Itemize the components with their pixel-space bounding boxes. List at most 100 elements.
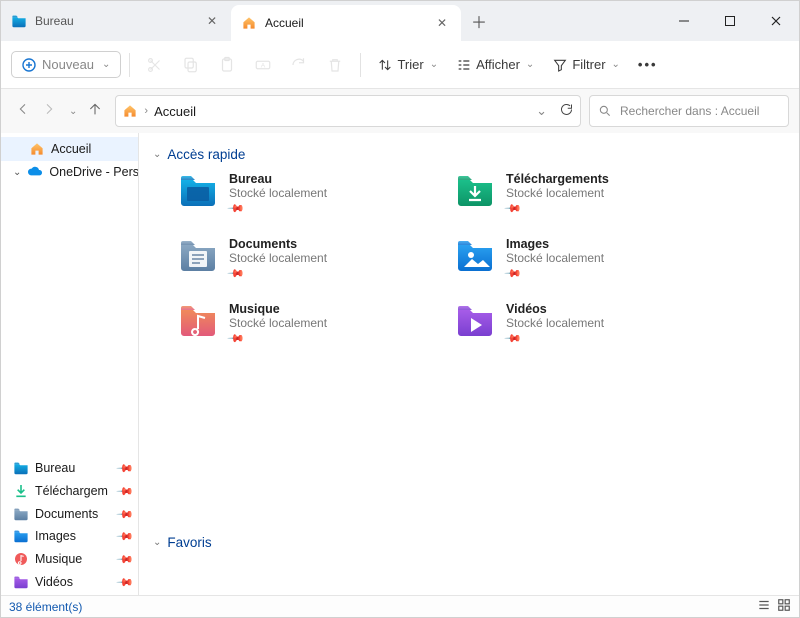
- back-button[interactable]: [15, 101, 31, 122]
- grid-view-icon: [777, 598, 791, 612]
- item-title: Bureau: [229, 172, 327, 186]
- pin-icon: 📌: [116, 550, 135, 569]
- sidebar-item-home[interactable]: Accueil: [1, 137, 138, 161]
- clipboard-icon: [218, 56, 236, 74]
- minimize-button[interactable]: [661, 1, 707, 41]
- item-subtitle: Stocké localement: [229, 316, 327, 330]
- delete-button[interactable]: [318, 51, 352, 79]
- status-bar: 38 élément(s): [1, 595, 799, 617]
- status-text: 38 élément(s): [9, 600, 82, 614]
- home-icon: [29, 141, 45, 157]
- quick-item-downloads[interactable]: Téléchargements Stocké localement 📌: [456, 172, 713, 215]
- tab-bureau[interactable]: Bureau ✕: [1, 1, 231, 41]
- forward-button[interactable]: [41, 101, 57, 122]
- chevron-down-icon: ⌄: [526, 59, 534, 70]
- sort-icon: [377, 57, 393, 73]
- new-tab-button[interactable]: ＋: [461, 1, 497, 41]
- sidebar-item-music[interactable]: Musique 📌: [1, 547, 138, 571]
- sidebar-item-documents[interactable]: Documents 📌: [1, 503, 138, 525]
- pin-icon: 📌: [226, 264, 245, 283]
- sidebar-item-label: Vidéos: [35, 575, 73, 589]
- sidebar-item-videos[interactable]: Vidéos 📌: [1, 571, 138, 593]
- sort-button[interactable]: Trier ⌄: [369, 52, 446, 78]
- share-button[interactable]: [282, 51, 316, 79]
- navigation-row: ⌄ › Accueil ⌄ Rechercher dans : Accueil: [1, 89, 799, 133]
- chevron-down-icon: ⌄: [153, 149, 161, 160]
- quick-item-images[interactable]: Images Stocké localement 📌: [456, 237, 713, 280]
- filter-button[interactable]: Filtrer ⌄: [544, 52, 628, 78]
- breadcrumb-location[interactable]: Accueil: [154, 104, 196, 119]
- trash-icon: [326, 56, 344, 74]
- section-title: Favoris: [167, 535, 211, 550]
- address-bar[interactable]: › Accueil ⌄: [115, 95, 581, 127]
- up-button[interactable]: [87, 101, 103, 122]
- svg-text:A: A: [261, 62, 266, 69]
- tab-label: Bureau: [35, 14, 74, 28]
- quick-item-bureau[interactable]: Bureau Stocké localement 📌: [179, 172, 436, 215]
- sidebar-item-label: Musique: [35, 552, 82, 566]
- pin-icon: 📌: [503, 329, 522, 348]
- chevron-down-icon[interactable]: ⌄: [13, 167, 21, 178]
- share-icon: [290, 56, 308, 74]
- item-title: Images: [506, 237, 604, 251]
- search-icon: [598, 104, 612, 118]
- close-icon[interactable]: ✕: [203, 14, 221, 28]
- item-subtitle: Stocké localement: [506, 251, 604, 265]
- sidebar-item-downloads[interactable]: Téléchargem 📌: [1, 479, 138, 503]
- sidebar-item-label: Images: [35, 529, 76, 543]
- filter-label: Filtrer: [572, 57, 605, 72]
- pin-icon: 📌: [503, 264, 522, 283]
- home-icon: [241, 15, 257, 31]
- pin-icon: 📌: [116, 573, 135, 592]
- refresh-button[interactable]: [559, 102, 574, 120]
- item-title: Vidéos: [506, 302, 604, 316]
- item-subtitle: Stocké localement: [506, 186, 609, 200]
- pin-icon: 📌: [116, 505, 135, 524]
- close-button[interactable]: [753, 1, 799, 41]
- sidebar-item-label: Bureau: [35, 461, 75, 475]
- chevron-down-icon: ⌄: [612, 59, 620, 70]
- documents-icon: [179, 237, 217, 273]
- tab-accueil[interactable]: Accueil ✕: [231, 5, 461, 41]
- search-placeholder: Rechercher dans : Accueil: [620, 104, 759, 118]
- quick-item-music[interactable]: Musique Stocké localement 📌: [179, 302, 436, 345]
- desktop-icon: [13, 461, 29, 475]
- quick-item-documents[interactable]: Documents Stocké localement 📌: [179, 237, 436, 280]
- chevron-down-icon[interactable]: ⌄: [536, 103, 547, 119]
- item-subtitle: Stocké localement: [229, 251, 327, 265]
- history-dropdown[interactable]: ⌄: [69, 106, 77, 117]
- paste-button[interactable]: [210, 51, 244, 79]
- thumbnails-view-button[interactable]: [777, 598, 791, 615]
- copy-button[interactable]: [174, 51, 208, 79]
- search-box[interactable]: Rechercher dans : Accueil: [589, 95, 789, 127]
- list-view-icon: [757, 598, 771, 612]
- chevron-down-icon: ⌄: [153, 537, 161, 548]
- section-favorites-header[interactable]: ⌄ Favoris: [153, 535, 785, 550]
- pin-icon: 📌: [226, 329, 245, 348]
- sidebar-item-label: OneDrive - Perso: [49, 165, 139, 179]
- rename-button[interactable]: A: [246, 51, 280, 79]
- view-button[interactable]: Afficher ⌄: [448, 52, 542, 78]
- arrow-left-icon: [15, 101, 31, 117]
- maximize-button[interactable]: [707, 1, 753, 41]
- view-label: Afficher: [476, 57, 520, 72]
- details-view-button[interactable]: [757, 598, 771, 615]
- pin-icon: 📌: [116, 459, 135, 478]
- more-button[interactable]: •••: [630, 52, 666, 77]
- sidebar-item-bureau[interactable]: Bureau 📌: [1, 457, 138, 479]
- item-subtitle: Stocké localement: [229, 186, 327, 200]
- desktop-icon: [179, 172, 217, 208]
- quick-item-videos[interactable]: Vidéos Stocké localement 📌: [456, 302, 713, 345]
- close-icon[interactable]: ✕: [433, 16, 451, 30]
- sort-label: Trier: [397, 57, 423, 72]
- sidebar-item-onedrive[interactable]: ⌄ OneDrive - Perso: [1, 161, 138, 183]
- videos-icon: [13, 575, 29, 589]
- documents-icon: [13, 507, 29, 521]
- sidebar-item-images[interactable]: Images 📌: [1, 525, 138, 547]
- pin-icon: 📌: [226, 199, 245, 218]
- cut-button[interactable]: [138, 51, 172, 79]
- section-quick-access-header[interactable]: ⌄ Accès rapide: [153, 147, 785, 162]
- toolbar: Nouveau ⌄ A Trier ⌄ Afficher ⌄ Filtrer ⌄…: [1, 41, 799, 89]
- new-button[interactable]: Nouveau ⌄: [11, 51, 121, 78]
- filter-icon: [552, 57, 568, 73]
